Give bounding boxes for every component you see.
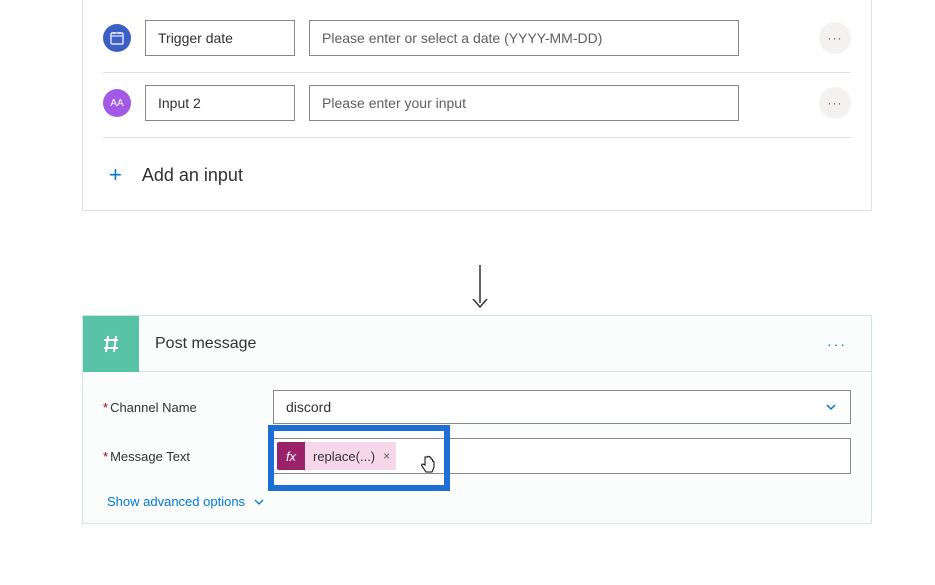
channel-name-value: discord bbox=[286, 399, 331, 415]
channel-name-label: *Channel Name bbox=[103, 400, 273, 415]
input-value-field[interactable]: Please enter your input bbox=[309, 85, 739, 121]
show-advanced-label: Show advanced options bbox=[107, 494, 245, 509]
post-message-header[interactable]: Post message ··· bbox=[83, 316, 871, 372]
text-input-icon: AA bbox=[103, 89, 131, 117]
card-more-button[interactable]: ··· bbox=[823, 332, 851, 356]
expression-token[interactable]: fx replace(...) × bbox=[277, 442, 396, 470]
input-name-field[interactable]: Trigger date bbox=[145, 20, 295, 56]
expression-text: replace(...) bbox=[305, 449, 383, 464]
channel-name-row: *Channel Name discord bbox=[103, 390, 851, 424]
expression-remove-button[interactable]: × bbox=[383, 449, 396, 463]
input-row-input2: AA Input 2 Please enter your input ··· bbox=[103, 73, 851, 133]
chevron-down-icon bbox=[253, 496, 265, 508]
slack-icon bbox=[83, 316, 139, 372]
post-message-body: *Channel Name discord *Message Text fx r… bbox=[83, 372, 871, 523]
channel-name-select[interactable]: discord bbox=[273, 390, 851, 424]
trigger-inputs-card: Trigger date Please enter or select a da… bbox=[82, 0, 872, 211]
show-advanced-options-button[interactable]: Show advanced options bbox=[107, 494, 265, 509]
add-input-button[interactable]: + Add an input bbox=[109, 162, 851, 188]
calendar-icon bbox=[103, 24, 131, 52]
row-more-button[interactable]: ··· bbox=[819, 87, 851, 119]
post-message-card: Post message ··· *Channel Name discord *… bbox=[82, 315, 872, 524]
add-input-label: Add an input bbox=[142, 165, 243, 186]
message-text-row: *Message Text fx replace(...) × bbox=[103, 438, 851, 474]
flow-connector-arrow bbox=[470, 265, 490, 313]
row-more-button[interactable]: ··· bbox=[819, 22, 851, 54]
fx-icon: fx bbox=[277, 442, 305, 470]
message-text-input[interactable]: fx replace(...) × bbox=[273, 438, 851, 474]
input-row-trigger-date: Trigger date Please enter or select a da… bbox=[103, 8, 851, 68]
cursor-hand-icon bbox=[418, 455, 438, 482]
card-title: Post message bbox=[155, 335, 256, 353]
message-text-label: *Message Text bbox=[103, 449, 273, 464]
plus-icon: + bbox=[109, 162, 122, 188]
divider bbox=[103, 137, 851, 138]
input-name-field[interactable]: Input 2 bbox=[145, 85, 295, 121]
chevron-down-icon bbox=[824, 400, 838, 414]
input-value-field[interactable]: Please enter or select a date (YYYY-MM-D… bbox=[309, 20, 739, 56]
